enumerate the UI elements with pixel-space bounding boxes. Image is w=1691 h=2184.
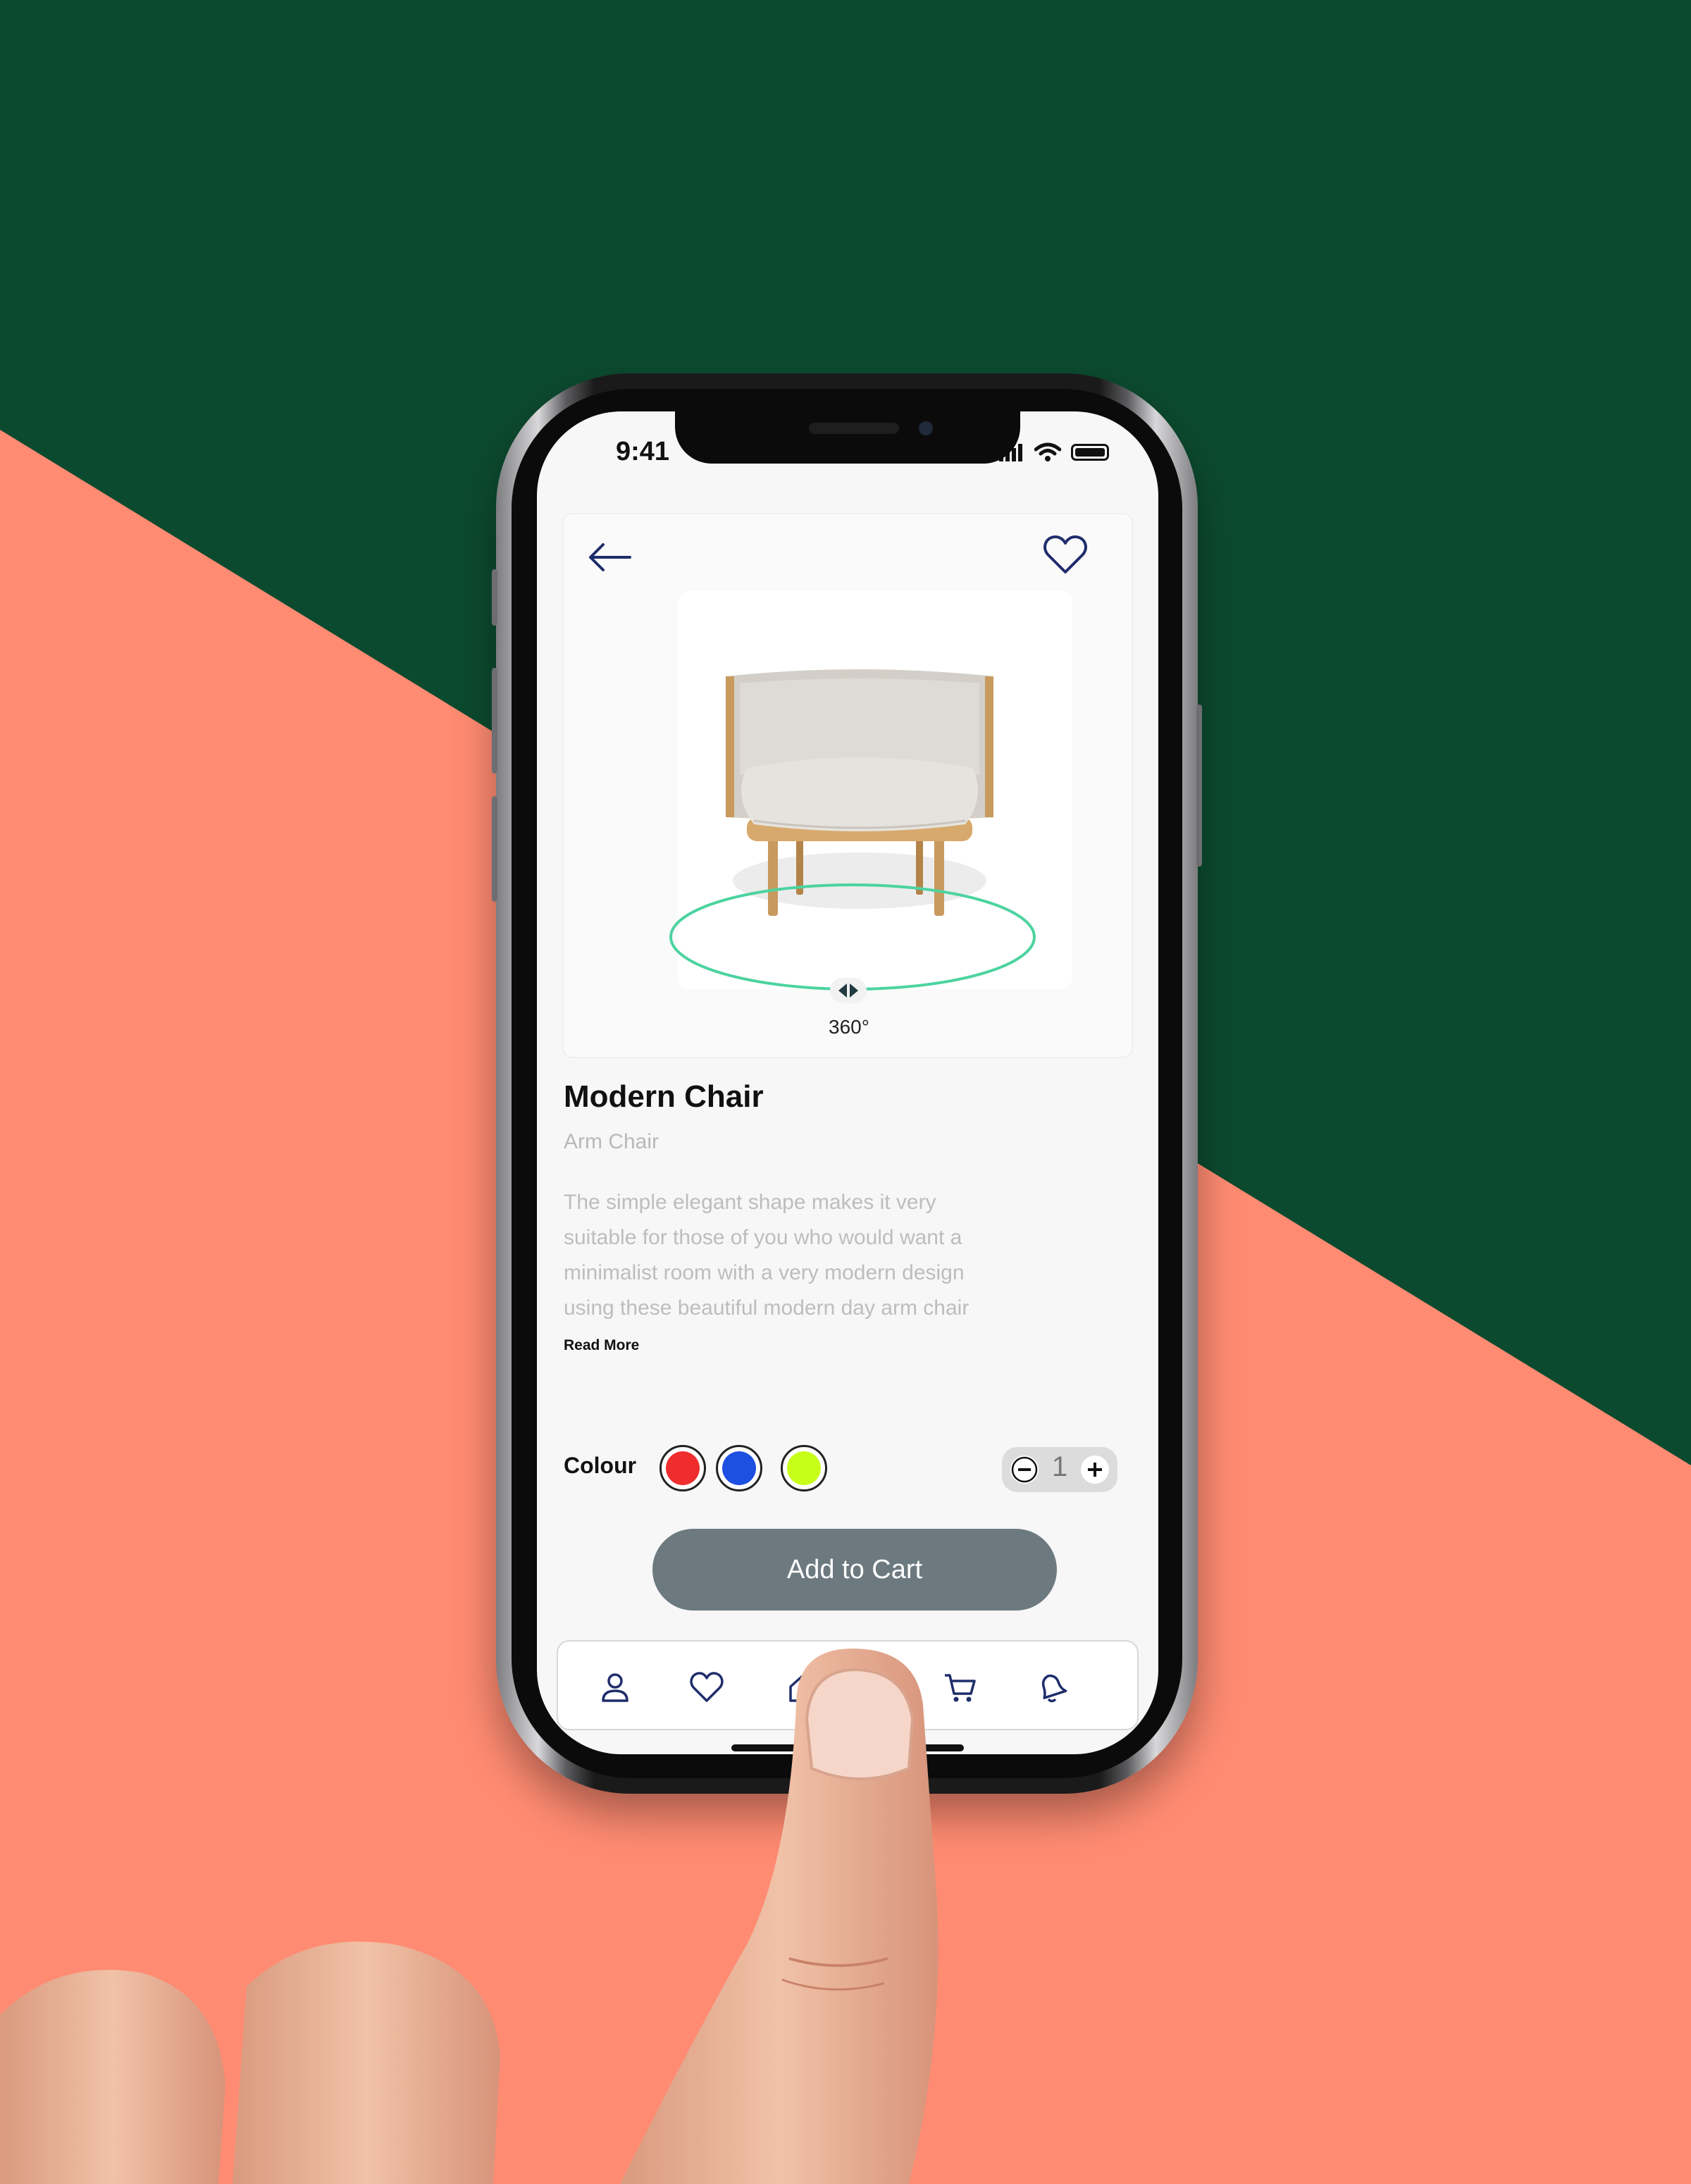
hand-image [0,1649,939,2184]
